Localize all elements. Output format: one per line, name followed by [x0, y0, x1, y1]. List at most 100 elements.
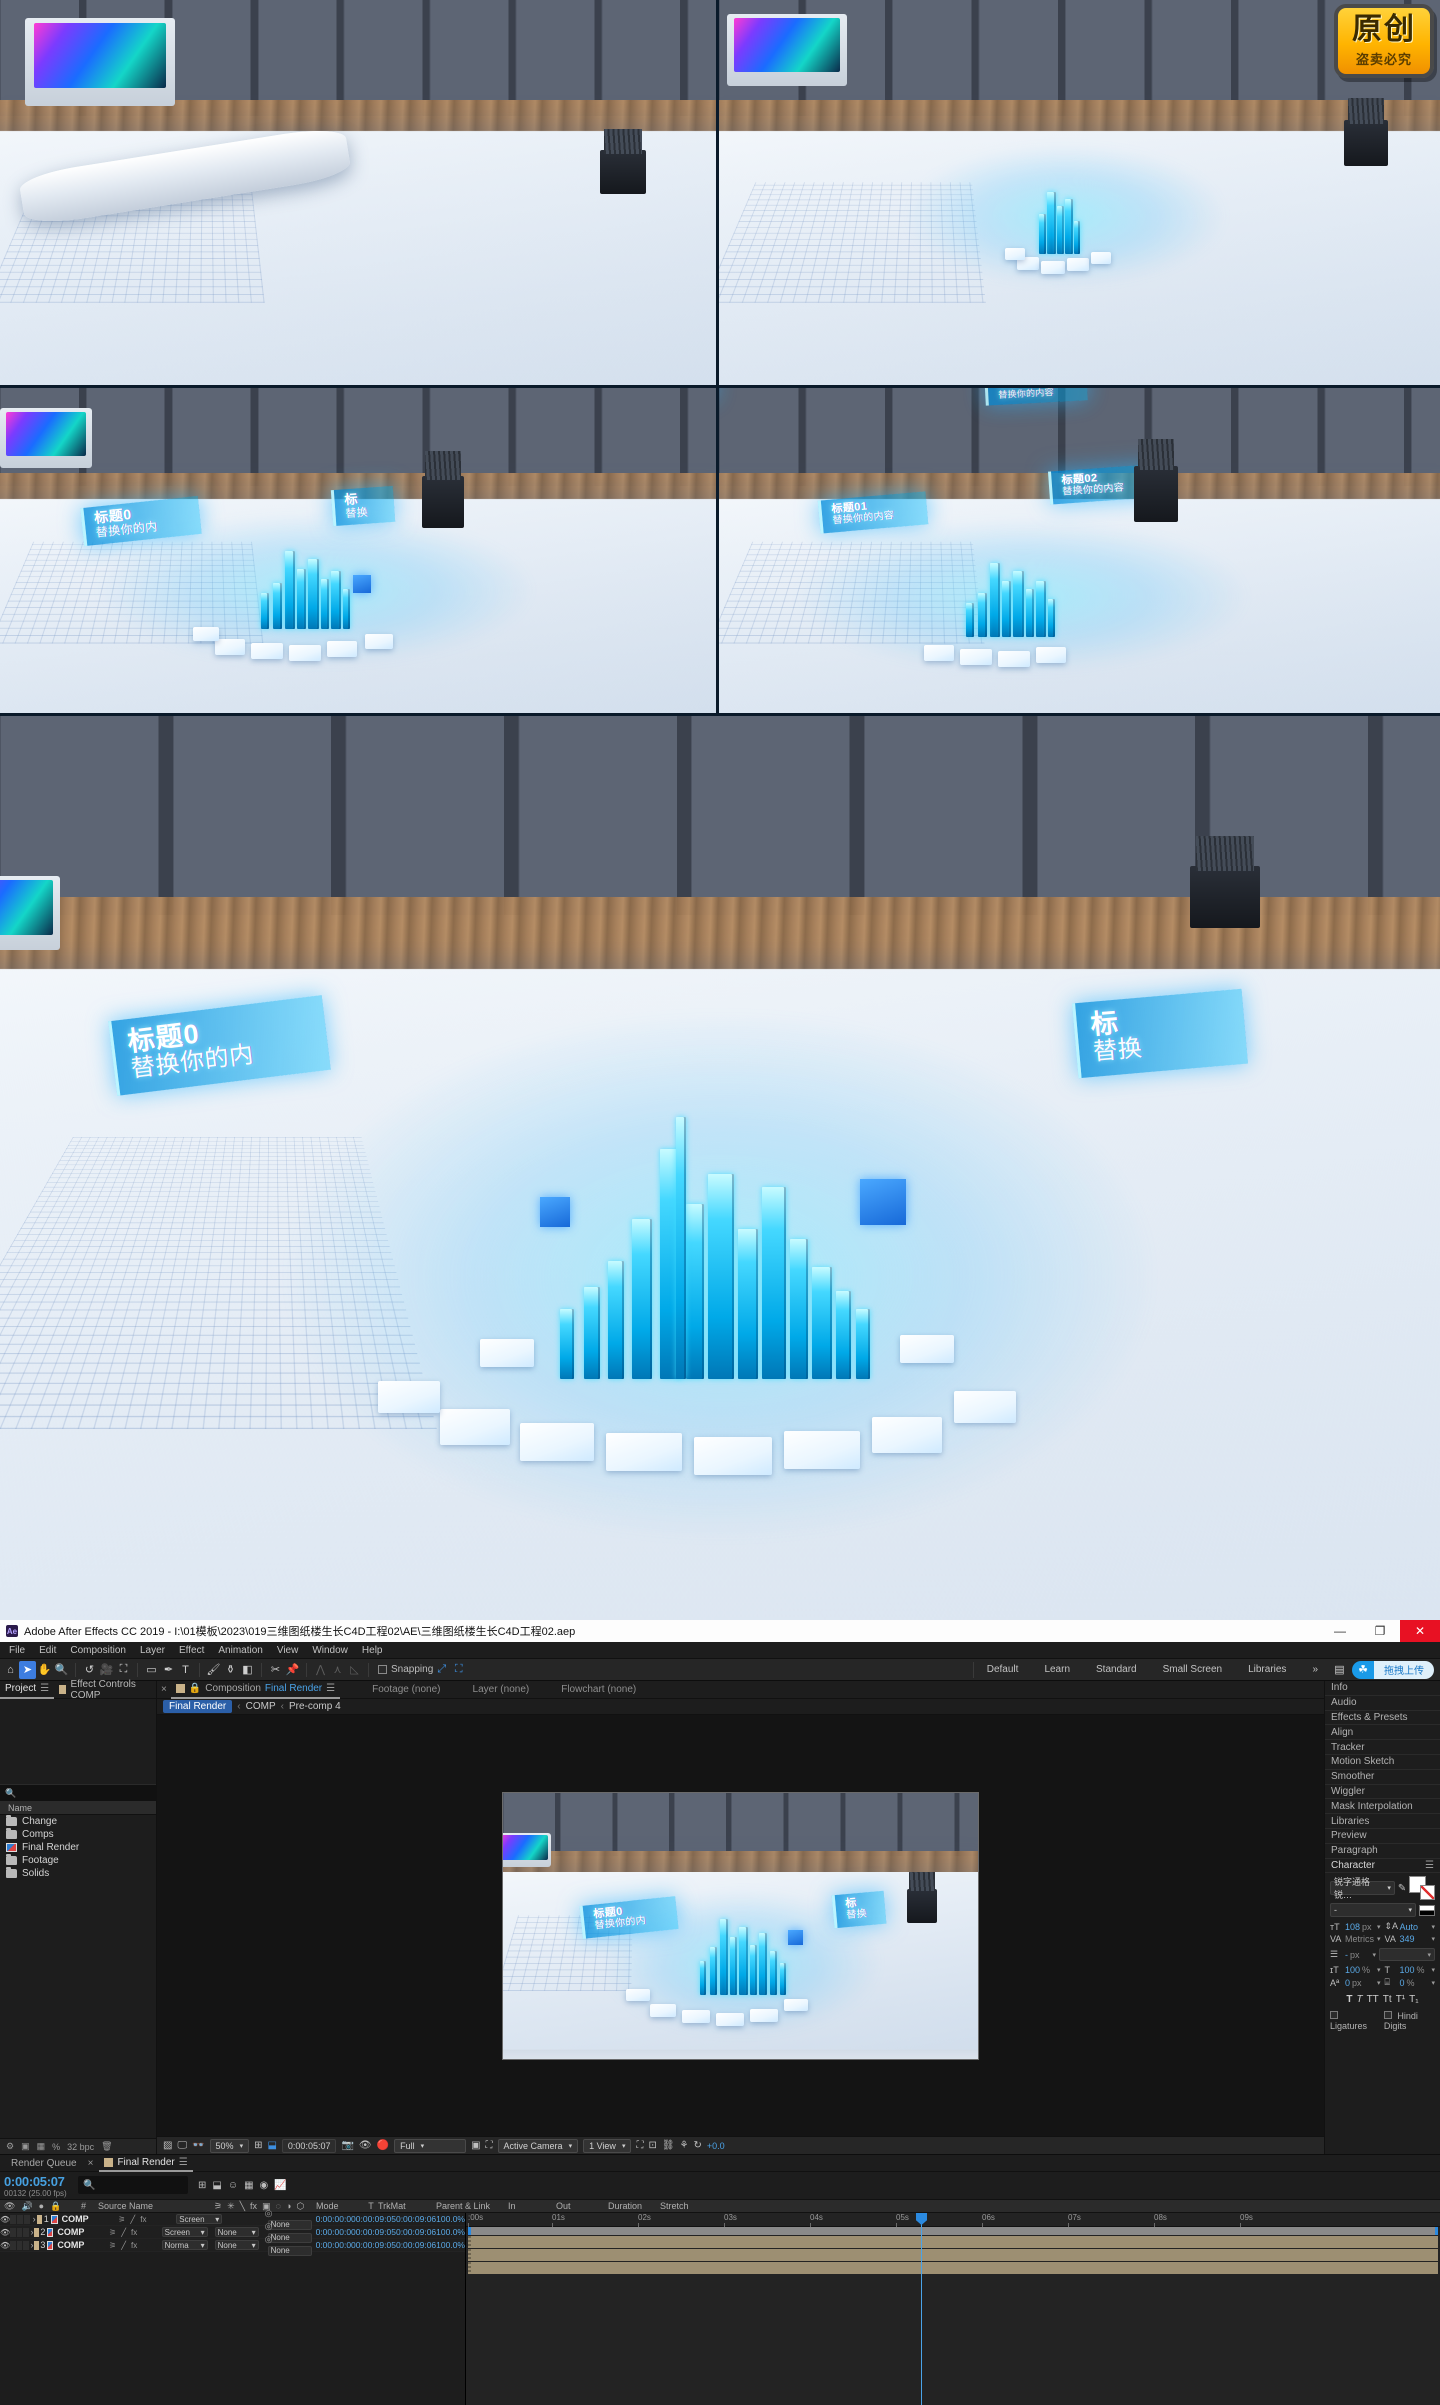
chevron-down-icon[interactable]: ▾: [1431, 1979, 1435, 1987]
viewer-canvas[interactable]: 标题0 替换你的内 标 替换: [157, 1715, 1324, 2136]
ligatures-checkbox[interactable]: [1330, 2011, 1338, 2020]
layer-out-cell[interactable]: 0:00:09:05: [356, 2214, 396, 2224]
effects-icon[interactable]: fx: [131, 2241, 137, 2250]
layer-trkmat-cell[interactable]: None ▾: [214, 2240, 259, 2251]
lock-toggle[interactable]: [24, 2214, 31, 2224]
subscript-button[interactable]: T₁: [1409, 1994, 1418, 2005]
zoom-icon[interactable]: 🔍: [53, 1661, 70, 1679]
audio-toggle[interactable]: [10, 2214, 17, 2224]
snapping-checkbox[interactable]: [378, 1665, 387, 1674]
quality-icon[interactable]: ╱: [121, 2228, 126, 2237]
column-parent-link-header[interactable]: Parent & Link: [430, 2201, 504, 2211]
quality-icon[interactable]: ╱: [121, 2241, 126, 2250]
viewer-timecode[interactable]: 0:00:05:07: [281, 2138, 337, 2153]
panel-preview[interactable]: Preview: [1325, 1829, 1440, 1844]
exposure-reset-icon[interactable]: ↻: [694, 2140, 702, 2151]
chevron-down-icon[interactable]: ▾: [1431, 1966, 1435, 1974]
motion-blur-icon[interactable]: ◉: [260, 2180, 269, 2191]
snapshot-icon[interactable]: 📷: [341, 2140, 353, 2151]
tsume-field[interactable]: ⌸ 0 % ▾: [1385, 1977, 1436, 1988]
panel-menu-icon[interactable]: ☰: [40, 1683, 49, 1694]
all-caps-button[interactable]: TT: [1367, 1994, 1379, 2005]
menu-item-animation[interactable]: Animation: [211, 1645, 269, 1656]
interpret-footage-icon[interactable]: ⚙: [6, 2141, 14, 2152]
project-item-comps[interactable]: Comps: [0, 1828, 156, 1841]
project-settings-icon[interactable]: %: [52, 2142, 60, 2152]
effects-icon[interactable]: fx: [140, 2215, 146, 2224]
column-t-header[interactable]: T: [364, 2201, 378, 2211]
close-tab-icon[interactable]: ×: [88, 2158, 94, 2169]
pickwhip-icon[interactable]: ◎: [265, 2208, 273, 2218]
layer-out-cell[interactable]: 0:00:09:05: [356, 2240, 396, 2250]
column-index-header[interactable]: #: [68, 2201, 90, 2211]
breadcrumb-comp[interactable]: COMP: [246, 1701, 276, 1712]
puppet-overlap-icon[interactable]: ⋏: [329, 1661, 346, 1679]
menu-item-composition[interactable]: Composition: [63, 1645, 133, 1656]
toggle-view-layout-icon[interactable]: ⛶: [486, 2140, 493, 2151]
cc-upload-badge[interactable]: ☘ 拖拽上传: [1352, 1660, 1434, 1679]
layer-stretch-cell[interactable]: 100.0%: [436, 2214, 465, 2224]
layer-in-cell[interactable]: 0:00:00:00: [312, 2214, 356, 2224]
horizontal-scale-field[interactable]: T 100 % ▾: [1385, 1965, 1436, 1975]
grid-guides-icon[interactable]: ⊞: [254, 2140, 262, 2151]
eye-icon[interactable]: 👁: [0, 2241, 10, 2250]
toggle-transparency-icon[interactable]: ▨: [163, 2140, 172, 2151]
workspace-learn[interactable]: Learn: [1031, 1664, 1083, 1675]
tab-effect-controls[interactable]: Effect Controls COMP: [54, 1679, 156, 1701]
workspace-libraries[interactable]: Libraries: [1235, 1664, 1299, 1675]
new-folder-icon[interactable]: ▣: [21, 2141, 30, 2152]
parent-select[interactable]: None: [267, 2245, 312, 2256]
pen-icon[interactable]: ✒: [160, 1661, 177, 1679]
delete-icon[interactable]: 🗑: [101, 2141, 112, 2152]
trkmat-select[interactable]: None ▾: [214, 2240, 259, 2251]
shy-icon[interactable]: ⚞: [109, 2228, 116, 2237]
panel-character[interactable]: Character ☰: [1325, 1859, 1440, 1874]
layer-parent-cell[interactable]: ◎ None: [259, 2234, 312, 2256]
tracking-field[interactable]: VA 349 ▾: [1385, 1934, 1436, 1944]
home-icon[interactable]: ⌂: [2, 1661, 19, 1679]
graph-editor-icon[interactable]: 📈: [274, 2180, 286, 2191]
layer-bar[interactable]: [468, 2249, 1438, 2262]
layer-source-name[interactable]: COMP: [58, 2214, 113, 2224]
tab-render-queue[interactable]: Render Queue: [6, 2155, 82, 2172]
maximize-button[interactable]: ❐: [1360, 1620, 1400, 1642]
shape-icon[interactable]: ▭: [143, 1661, 160, 1679]
default-colors-icon[interactable]: [1419, 1904, 1435, 1916]
shy-icon[interactable]: ⚞: [118, 2215, 125, 2224]
menu-item-layer[interactable]: Layer: [133, 1645, 172, 1656]
menu-item-window[interactable]: Window: [305, 1645, 355, 1656]
work-area-bar[interactable]: [468, 2227, 1438, 2235]
anchor-icon[interactable]: ⛶: [115, 1661, 132, 1679]
layer-stretch-cell[interactable]: 100.0%: [436, 2227, 465, 2237]
layer-in-cell[interactable]: 0:00:00:00: [312, 2240, 356, 2250]
workspace-overflow-icon[interactable]: »: [1299, 1664, 1331, 1675]
timeline-search-field[interactable]: 🔍: [78, 2176, 188, 2194]
mode-select[interactable]: Screen ▾: [161, 2227, 208, 2238]
comp-flowchart-icon[interactable]: ⚘: [680, 2140, 689, 2151]
fast-preview-icon[interactable]: ⊡: [648, 2140, 656, 2151]
lock-icon[interactable]: 🔒: [189, 1683, 201, 1694]
text-icon[interactable]: T: [177, 1661, 194, 1679]
column-in-header[interactable]: In: [504, 2201, 556, 2211]
workspace-default[interactable]: Default: [974, 1664, 1032, 1675]
column-mode-header[interactable]: Mode: [312, 2201, 364, 2211]
panel-smoother[interactable]: Smoother: [1325, 1770, 1440, 1785]
menu-item-view[interactable]: View: [270, 1645, 306, 1656]
project-item-final-render[interactable]: Final Render: [0, 1841, 156, 1854]
eye-icon[interactable]: 👁: [0, 2215, 10, 2224]
layer-switches[interactable]: ⚞ ╱ fx: [103, 2228, 158, 2237]
panel-wiggler[interactable]: Wiggler: [1325, 1785, 1440, 1800]
column-out-header[interactable]: Out: [556, 2201, 608, 2211]
audio-toggle[interactable]: [10, 2227, 16, 2237]
solo-toggle[interactable]: [17, 2214, 24, 2224]
project-search-field[interactable]: 🔍: [0, 1784, 156, 1801]
workspace-standard[interactable]: Standard: [1083, 1664, 1150, 1675]
hindi-digits-checkbox[interactable]: [1383, 2011, 1392, 2020]
puppet-pin-icon[interactable]: 📌: [284, 1661, 301, 1679]
3d-glasses-icon[interactable]: 👓: [192, 2140, 204, 2151]
clone-stamp-icon[interactable]: ⚱: [222, 1661, 239, 1679]
panel-menu-icon[interactable]: ☰: [179, 2157, 188, 2168]
time-ruler[interactable]: :00s 01s 02s 03s 04s 05s 06s 07s 08s 09s: [466, 2213, 1440, 2227]
current-time-block[interactable]: 0:00:05:07 00132 (25.00 fps): [0, 2172, 78, 2199]
panel-libraries[interactable]: Libraries: [1325, 1814, 1440, 1829]
